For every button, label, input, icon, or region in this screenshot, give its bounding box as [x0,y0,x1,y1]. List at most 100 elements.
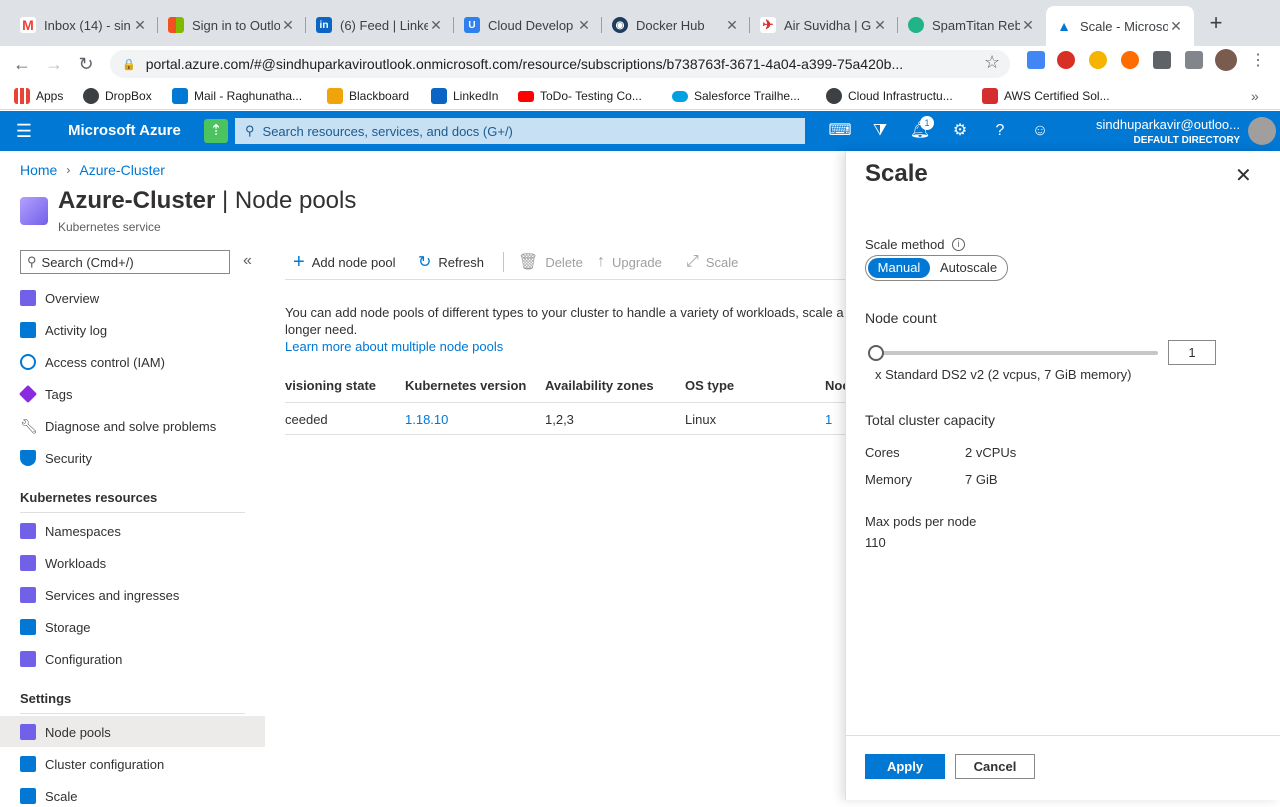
sidebar-item-iam[interactable]: Access control (IAM) [20,351,165,373]
divider [846,735,1280,736]
add-node-pool-button[interactable]: + Add node pool [293,251,396,273]
cell-os-type: Linux [685,412,717,427]
cell-node-count-link[interactable]: 1 [825,412,832,427]
node-count-slider-thumb[interactable] [868,345,884,361]
sidebar-item-services[interactable]: Services and ingresses [20,584,179,606]
close-icon[interactable]: ✕ [428,17,444,34]
close-icon[interactable]: ✕ [280,17,296,34]
breadcrumb-cluster[interactable]: Azure-Cluster [79,162,165,178]
sidebar-item-diagnose[interactable]: 🔧︎ Diagnose and solve problems [20,415,216,437]
browser-tab-docker[interactable]: ◉ Docker Hub ✕ [602,8,750,42]
workloads-icon [20,555,36,571]
sidebar-search-input[interactable]: ⚲ Search (Cmd+/) [20,250,230,274]
info-icon[interactable]: i [952,238,965,251]
sidebar-item-scale[interactable]: Scale [20,785,78,807]
sidebar-item-cluster-configuration[interactable]: Cluster configuration [20,753,164,775]
refresh-label: Refresh [438,254,484,270]
adblock-extension-icon[interactable] [1057,51,1075,69]
browser-tab-linkedin[interactable]: in (6) Feed | Linke ✕ [306,8,454,42]
tab-title: Cloud Develop [488,17,574,33]
close-icon[interactable]: ✕ [1020,17,1036,34]
cloud-shell-icon[interactable]: ⌨ [828,119,852,143]
feedback-smiley-icon[interactable]: ☺ [1028,119,1052,143]
bookmark-aws[interactable]: AWS Certified Sol... [982,87,1110,105]
sidebar-item-security[interactable]: Security [20,447,92,469]
close-icon[interactable]: ✕ [1235,163,1252,188]
sidebar-item-node-pools[interactable]: Node pools [20,721,111,743]
refresh-button[interactable]: ↻ Refresh [418,252,484,272]
browser-tab-outlook[interactable]: Sign in to Outlo ✕ [158,8,306,42]
help-icon[interactable]: ? [988,119,1012,143]
sidebar-item-activity-log[interactable]: Activity log [20,319,107,341]
bookmark-apps[interactable]: Apps [14,87,63,105]
close-icon[interactable]: ✕ [576,17,592,34]
forward-arrow-icon[interactable]: → [42,52,66,76]
upgrade-icon[interactable]: ⇡ [204,119,228,143]
hamburger-menu-icon[interactable]: ☰ [12,119,36,143]
bookmark-linkedin[interactable]: LinkedIn [431,87,498,105]
bookmark-todo[interactable]: ToDo- Testing Co... [518,87,642,105]
bookmark-star-icon[interactable]: ☆ [984,52,1000,73]
sidebar-item-namespaces[interactable]: Namespaces [20,520,121,542]
close-icon[interactable]: ✕ [132,17,148,34]
azure-header: ☰ Microsoft Azure ⇡ ⚲ Search resources, … [0,111,1280,151]
puzzle-extensions-icon[interactable] [1153,51,1171,69]
services-icon [20,587,36,603]
upgrade-button[interactable]: ↑ Upgrade [597,252,662,272]
browser-tab-cloud[interactable]: U Cloud Develop ✕ [454,8,602,42]
docs-extension-icon[interactable] [1027,51,1045,69]
global-search-input[interactable]: ⚲ Search resources, services, and docs (… [235,118,805,144]
scale-method-manual[interactable]: Manual [868,258,930,278]
breadcrumb-home[interactable]: Home [20,162,57,178]
directory-filter-icon[interactable]: ⧩ [868,119,892,143]
scale-button[interactable]: ⤢ Scale [686,252,738,272]
new-tab-button[interactable]: + [1205,12,1227,34]
close-icon[interactable]: ✕ [872,17,888,34]
wrench-icon: 🔧︎ [20,418,38,434]
reload-icon[interactable]: ↻ [74,52,98,76]
cancel-button[interactable]: Cancel [955,754,1035,779]
upgrade-label: Upgrade [612,254,662,270]
node-count-input[interactable]: 1 [1168,340,1216,365]
browser-tab-azure-active[interactable]: ▲ Scale - Microso ✕ [1046,6,1194,46]
column-header-availability-zones[interactable]: Availability zones [545,378,654,393]
bookmark-mail[interactable]: Mail - Raghunatha... [172,87,302,105]
browser-tab-spamtitan[interactable]: SpamTitan Reb ✕ [898,8,1046,42]
chrome-menu-icon[interactable]: ⋮ [1250,50,1266,70]
close-icon[interactable]: ✕ [1168,18,1184,35]
column-header-kubernetes-version[interactable]: Kubernetes version [405,378,526,393]
column-header-os-type[interactable]: OS type [685,378,734,393]
collapse-sidebar-icon[interactable]: « [243,252,252,270]
browser-tab-airsuvidha[interactable]: ✈ Air Suvidha | G ✕ [750,8,898,42]
azure-brand[interactable]: Microsoft Azure [68,122,181,139]
fire-extension-icon[interactable] [1121,51,1139,69]
close-icon[interactable]: ✕ [724,17,740,34]
browser-tab-gmail[interactable]: M Inbox (14) - sin ✕ [10,8,158,42]
profile-avatar[interactable] [1215,49,1237,71]
sidebar-item-storage[interactable]: Storage [20,616,91,638]
settings-gear-icon[interactable]: ⚙ [948,119,972,143]
node-count-slider-track[interactable] [869,351,1158,355]
learn-more-link[interactable]: Learn more about multiple node pools [285,339,503,354]
cell-kubernetes-version-link[interactable]: 1.18.10 [405,412,448,427]
media-control-icon[interactable] [1185,51,1203,69]
column-header-provisioning-state[interactable]: visioning state [285,378,376,393]
apply-button[interactable]: Apply [865,754,945,779]
user-email[interactable]: sindhuparkavir@outloo... [1070,117,1240,132]
more-bookmarks-icon[interactable]: » [1251,87,1259,105]
scale-method-autoscale[interactable]: Autoscale [932,258,1005,278]
sidebar-item-workloads[interactable]: Workloads [20,552,106,574]
extension-icon[interactable] [1089,51,1107,69]
user-avatar[interactable] [1248,117,1276,145]
sidebar-item-tags[interactable]: Tags [18,383,72,405]
back-arrow-icon[interactable]: ← [10,52,34,76]
bookmark-dropbox[interactable]: DropBox [83,87,152,105]
sidebar-item-configuration[interactable]: Configuration [20,648,122,670]
address-bar[interactable]: 🔒 portal.azure.com/#@sindhuparkaviroutlo… [110,50,1010,78]
delete-button[interactable]: 🗑︎ Delete [518,252,583,272]
sidebar-item-overview[interactable]: Overview [20,287,99,309]
scale-method-toggle: Manual Autoscale [865,255,1008,281]
bookmark-salesforce[interactable]: Salesforce Trailhe... [672,87,800,105]
bookmark-blackboard[interactable]: Blackboard [327,87,409,105]
bookmark-cloud-infra[interactable]: Cloud Infrastructu... [826,87,953,105]
